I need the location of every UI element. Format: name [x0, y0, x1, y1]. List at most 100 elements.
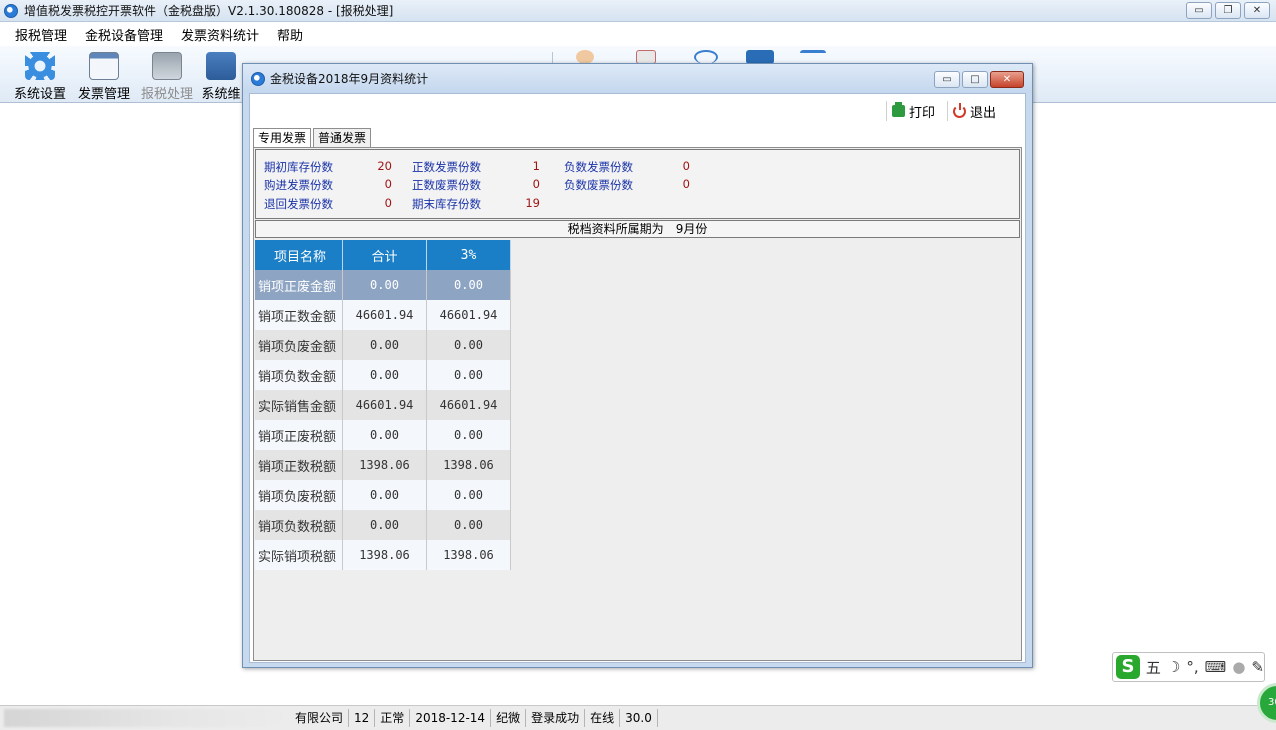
- window-controls: ▭ ❐ ✕: [1186, 2, 1270, 19]
- system-maintenance-label: 系统维: [201, 87, 241, 102]
- table-cell: 销项负数税额: [255, 510, 343, 540]
- summary-value: 0: [532, 177, 540, 191]
- statistics-dialog: 金税设备2018年9月资料统计 ▭ □ ✕ 打印 退出 专用发票 普通发票 期初…: [242, 63, 1033, 668]
- table-row[interactable]: 实际销项税额 1398.06 1398.06: [255, 540, 511, 570]
- user-icon[interactable]: ●: [1232, 658, 1245, 676]
- summary-label: 正数发票份数: [412, 160, 481, 174]
- table-row[interactable]: 销项负废税额 0.00 0.00: [255, 480, 511, 510]
- table-cell: 销项正废税额: [255, 420, 343, 450]
- tax-processing-button[interactable]: 报税处理: [135, 48, 199, 102]
- summary-value: 0: [384, 177, 392, 191]
- system-settings-button[interactable]: 系统设置: [8, 48, 72, 102]
- summary-panel: 期初库存份数 20 正数发票份数 1 负数发票份数 0 购进发票份数 0 正数废…: [255, 149, 1020, 219]
- column-header[interactable]: 3%: [427, 240, 511, 270]
- status-date: 2018-12-14: [410, 709, 492, 727]
- table-cell: 0.00: [343, 480, 427, 510]
- status-cell: 纪微: [491, 709, 527, 727]
- dialog-close-icon[interactable]: ✕: [990, 71, 1024, 88]
- table-row[interactable]: 实际销售金额 46601.94 46601.94: [255, 390, 511, 420]
- column-header[interactable]: 项目名称: [255, 240, 343, 270]
- calendar-icon: [89, 52, 119, 80]
- screen-icon: [746, 50, 774, 64]
- table-row[interactable]: 销项负数金额 0.00 0.00: [255, 360, 511, 390]
- table-cell: 0.00: [343, 270, 427, 300]
- table-row[interactable]: 销项正废金额 0.00 0.00: [255, 270, 511, 300]
- dialog-body: 打印 退出 专用发票 普通发票 期初库存份数 20 正数发票份数 1 负数发票份…: [249, 93, 1026, 663]
- table-cell: 1398.06: [427, 450, 511, 480]
- table-cell: 销项正数金额: [255, 300, 343, 330]
- menu-report-tax[interactable]: 报税管理: [6, 25, 76, 44]
- table-row[interactable]: 销项负数税额 0.00 0.00: [255, 510, 511, 540]
- minimize-icon[interactable]: ▭: [1186, 2, 1212, 19]
- keyboard-icon[interactable]: ⌨: [1205, 658, 1227, 676]
- sogou-logo-icon[interactable]: S: [1116, 655, 1140, 679]
- table-cell: 0.00: [427, 330, 511, 360]
- table-cell: 0.00: [427, 480, 511, 510]
- moon-icon[interactable]: ☽: [1167, 658, 1180, 676]
- statusbar: 有限公司 12 正常 2018-12-14 纪微 登录成功 在线 30.0: [0, 705, 1276, 730]
- table-row[interactable]: 销项负废金额 0.00 0.00: [255, 330, 511, 360]
- user-icon: [576, 50, 594, 64]
- summary-label: 购进发票份数: [264, 178, 333, 192]
- table-cell: 0.00: [427, 360, 511, 390]
- column-header[interactable]: 合计: [343, 240, 427, 270]
- table-cell: 1398.06: [427, 540, 511, 570]
- table-cell: 销项负废金额: [255, 330, 343, 360]
- ime-mode[interactable]: 五: [1146, 657, 1161, 678]
- wrench-icon[interactable]: ✎: [1251, 658, 1264, 676]
- table-row[interactable]: 销项正废税额 0.00 0.00: [255, 420, 511, 450]
- system-maintenance-button[interactable]: 系统维: [200, 48, 242, 102]
- tab-panel: 期初库存份数 20 正数发票份数 1 负数发票份数 0 购进发票份数 0 正数废…: [253, 147, 1022, 661]
- table-cell: 1398.06: [343, 450, 427, 480]
- exit-button[interactable]: 退出: [947, 101, 996, 121]
- table-cell: 0.00: [427, 270, 511, 300]
- summary-value: 0: [682, 159, 690, 173]
- summary-value: 0: [384, 196, 392, 210]
- dialog-title: 金税设备2018年9月资料统计: [270, 72, 429, 86]
- app-logo-icon: [4, 3, 18, 18]
- menu-tax-device[interactable]: 金税设备管理: [76, 25, 172, 44]
- folder-icon: [206, 52, 236, 80]
- monitor-icon: [152, 52, 182, 80]
- table-cell: 0.00: [343, 420, 427, 450]
- power-icon: [953, 102, 966, 118]
- table-cell: 46601.94: [343, 390, 427, 420]
- tab-normal-invoice[interactable]: 普通发票: [313, 128, 372, 147]
- action-bar: 打印 退出: [250, 94, 1025, 127]
- tab-special-invoice[interactable]: 专用发票: [253, 128, 312, 148]
- summary-label: 负数废票份数: [564, 178, 633, 192]
- menu-invoice-stats[interactable]: 发票资料统计: [172, 25, 268, 44]
- table-cell: 销项正数税额: [255, 450, 343, 480]
- menubar: 报税管理 金税设备管理 发票资料统计 帮助: [0, 22, 1276, 46]
- ime-toolbar[interactable]: S 五 ☽ °, ⌨ ● ✎: [1112, 652, 1265, 682]
- summary-label: 退回发票份数: [264, 197, 333, 211]
- table-cell: 0.00: [343, 360, 427, 390]
- table-row[interactable]: 销项正数税额 1398.06 1398.06: [255, 450, 511, 480]
- table-cell: 46601.94: [343, 300, 427, 330]
- dialog-window-controls: ▭ □ ✕: [934, 71, 1024, 88]
- summary-label: 负数发票份数: [564, 160, 633, 174]
- summary-label: 期末库存份数: [412, 197, 481, 211]
- statistics-table: 项目名称 合计 3% 销项正废金额 0.00 0.00 销项正数金额 46601…: [255, 240, 511, 570]
- dialog-minimize-icon[interactable]: ▭: [934, 71, 960, 88]
- app-titlebar: 增值税发票税控开票软件（金税盘版）V2.1.30.180828 - [报税处理]…: [0, 0, 1276, 22]
- exit-label: 退出: [970, 105, 997, 121]
- summary-label: 期初库存份数: [264, 160, 333, 174]
- dialog-maximize-icon[interactable]: □: [962, 71, 988, 88]
- table-header: 项目名称 合计 3%: [255, 240, 511, 270]
- table-cell: 实际销项税额: [255, 540, 343, 570]
- close-icon[interactable]: ✕: [1244, 2, 1270, 19]
- punctuation-icon[interactable]: °,: [1186, 658, 1198, 676]
- invoice-management-button[interactable]: 发票管理: [72, 48, 136, 102]
- table-row[interactable]: 销项正数金额 46601.94 46601.94: [255, 300, 511, 330]
- login-status: 登录成功: [526, 709, 586, 727]
- menu-help[interactable]: 帮助: [268, 25, 312, 44]
- summary-value: 0: [682, 177, 690, 191]
- period-value: 9月份: [675, 222, 708, 236]
- help-icon: [694, 50, 718, 64]
- table-cell: 0.00: [343, 510, 427, 540]
- print-button[interactable]: 打印: [886, 101, 935, 121]
- summary-value: 1: [532, 159, 540, 173]
- restore-icon[interactable]: ❐: [1215, 2, 1241, 19]
- invoice-type-tabs: 专用发票 普通发票: [253, 128, 373, 148]
